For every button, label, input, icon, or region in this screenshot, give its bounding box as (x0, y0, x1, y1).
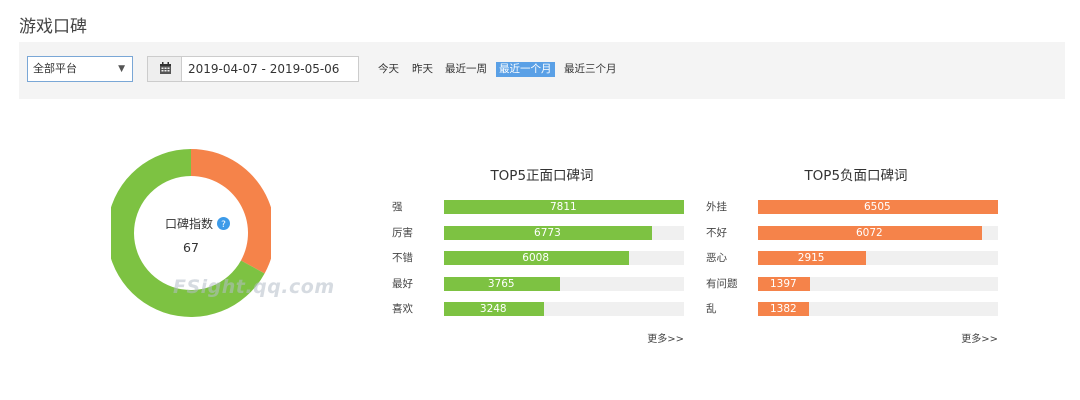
quick-range-last-week[interactable]: 最近一周 (442, 62, 490, 77)
negative-row: 恶心 2915 (706, 251, 1006, 265)
negative-panel-title: TOP5负面口碑词 (804, 168, 908, 184)
quick-range-last-month[interactable]: 最近一个月 (496, 62, 555, 77)
svg-text:?: ? (221, 220, 226, 230)
negative-bar-value: 6072 (856, 226, 883, 239)
positive-row: 最好 3765 (392, 276, 692, 291)
positive-bar-track: 3248 (444, 302, 684, 316)
positive-word-label: 厉害 (392, 226, 413, 239)
negative-row: 乱 1382 (706, 302, 1006, 316)
chevron-down-icon: ▼ (118, 64, 125, 74)
positive-row: 厉害 6773 (392, 225, 692, 240)
negative-row: 外挂 6505 (706, 200, 1006, 214)
negative-bar-value: 1382 (770, 303, 797, 315)
quick-range-today[interactable]: 今天 (375, 62, 402, 77)
positive-words-panel: TOP5正面口碑词 强 7811 厉害 6773 不错 6008 最好 3765 喜欢 3248 … (392, 160, 692, 350)
donut-value: 67 (183, 240, 199, 255)
platform-select-value: 全部平台 (33, 62, 77, 75)
info-icon[interactable]: ? (217, 217, 230, 230)
negative-bar-track: 1397 (758, 276, 998, 291)
positive-row: 喜欢 3248 (392, 302, 692, 316)
positive-row: 不错 6008 (392, 251, 692, 265)
positive-bar-value: 3765 (487, 277, 515, 290)
calendar-icon (160, 62, 171, 74)
positive-bar-track: 3765 (444, 276, 684, 291)
negative-word-label: 不好 (706, 226, 727, 239)
quick-range-yesterday[interactable]: 昨天 (409, 62, 436, 77)
negative-word-label: 恶心 (706, 252, 727, 264)
positive-word-label: 强 (392, 201, 403, 213)
positive-word-label: 喜欢 (392, 303, 413, 315)
negative-bar-track: 2915 (758, 251, 998, 265)
positive-more-link[interactable]: 更多>> (647, 330, 684, 345)
negative-bar-track: 1382 (758, 302, 998, 316)
negative-bar-track: 6072 (758, 225, 998, 240)
negative-word-label: 乱 (706, 303, 717, 315)
donut-label: 口碑指数 (165, 217, 214, 231)
positive-word-label: 最好 (392, 277, 413, 290)
positive-bar-track: 6773 (444, 225, 684, 240)
date-range-picker[interactable]: 2019-04-07 - 2019-05-06 (147, 56, 359, 82)
calendar-button[interactable] (148, 57, 182, 81)
positive-bar-value: 6008 (522, 252, 550, 264)
negative-bar-track: 6505 (758, 200, 998, 214)
negative-word-label: 有问题 (706, 277, 738, 290)
negative-bar-value: 6505 (864, 201, 891, 213)
quick-range-last-three-months[interactable]: 最近三个月 (561, 62, 620, 77)
filter-bar: 全部平台 ▼ 2019-04-07 - 2019-05-06 今天 昨天 最近一… (19, 42, 1065, 99)
positive-bar-track: 6008 (444, 251, 684, 265)
negative-words-panel: TOP5负面口碑词 外挂 6505 不好 6072 恶心 2915 有问题 1397 乱 1382… (706, 160, 1006, 350)
platform-select[interactable]: 全部平台 ▼ (27, 56, 133, 82)
negative-word-label: 外挂 (706, 201, 727, 213)
positive-bar-value: 3248 (479, 303, 507, 315)
positive-row: 强 7811 (392, 200, 692, 214)
watermark: FSight.qq.com (173, 276, 335, 298)
page-title: 游戏口碑 (19, 17, 87, 37)
negative-bar-value: 1397 (770, 277, 797, 290)
positive-bar-value: 7811 (550, 201, 577, 213)
positive-bar-value: 6773 (534, 226, 561, 239)
date-range-text: 2019-04-07 - 2019-05-06 (188, 62, 340, 76)
positive-word-label: 不错 (392, 252, 413, 264)
negative-row: 有问题 1397 (706, 276, 1006, 291)
negative-row: 不好 6072 (706, 225, 1006, 240)
positive-panel-title: TOP5正面口碑词 (490, 168, 594, 184)
negative-more-link[interactable]: 更多>> (961, 330, 998, 345)
positive-bar-track: 7811 (444, 200, 684, 214)
negative-bar-value: 2915 (797, 252, 825, 264)
